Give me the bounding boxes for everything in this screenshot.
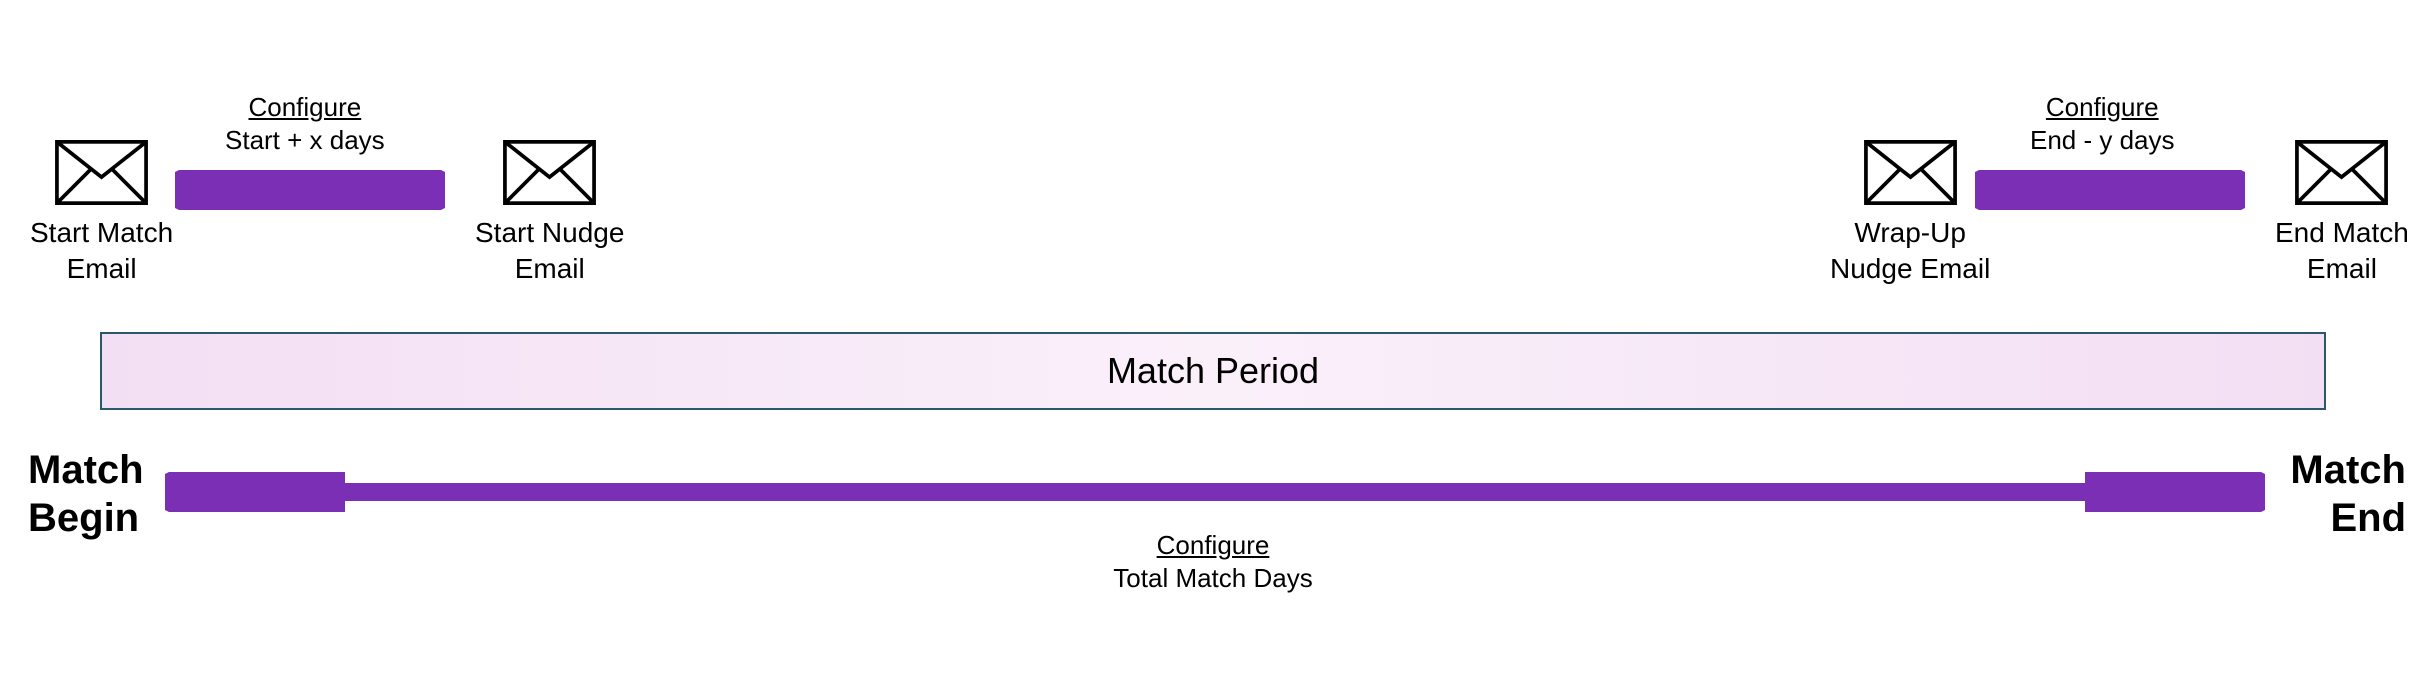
match-begin-label: Match Begin [28,446,144,542]
configure-link: Configure [2046,92,2159,123]
envelope-icon [1863,140,1958,205]
email-end-match: End Match Email [2275,140,2409,288]
email-start-nudge: Start Nudge Email [475,140,624,288]
envelope-icon [502,140,597,205]
email-wrapup-nudge: Wrap-Up Nudge Email [1830,140,1990,288]
configure-start-nudge: Configure Start + x days [225,92,385,156]
match-end-label: Match End [2290,446,2406,542]
envelope-icon [54,140,149,205]
email-label: Wrap-Up Nudge Email [1830,215,1990,288]
email-label: Start Match Email [30,215,173,288]
configure-sub: Start + x days [225,125,385,156]
arrow-wrapup-nudge [1975,170,2245,215]
match-period-bar: Match Period [100,332,2326,410]
email-label: End Match Email [2275,215,2409,288]
configure-sub: Total Match Days [1113,563,1312,594]
arrow-total-days [165,472,2265,517]
email-label: Start Nudge Email [475,215,624,288]
configure-link: Configure [1113,530,1312,561]
email-start-match: Start Match Email [30,140,173,288]
configure-wrapup-nudge: Configure End - y days [2030,92,2175,156]
configure-link: Configure [248,92,361,123]
envelope-icon [2294,140,2389,205]
configure-sub: End - y days [2030,125,2175,156]
match-period-title: Match Period [1107,350,1319,392]
configure-total-days: Configure Total Match Days [1113,530,1312,594]
arrow-start-nudge [175,170,445,215]
